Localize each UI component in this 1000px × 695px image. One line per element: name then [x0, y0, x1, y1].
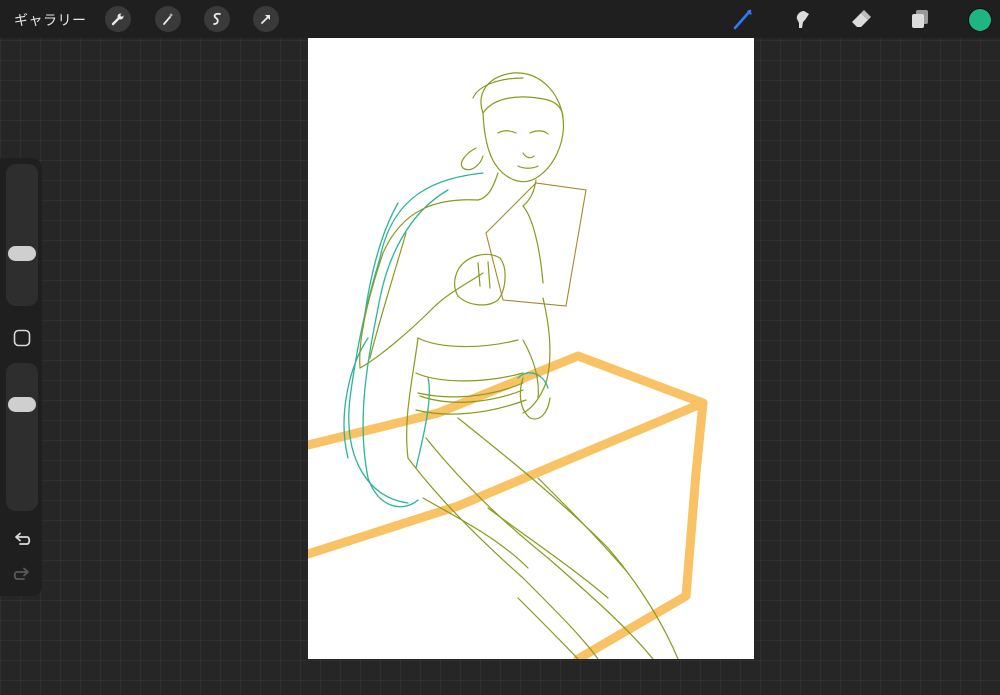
brush-icon	[733, 9, 752, 30]
magic-wand-icon	[163, 13, 174, 25]
smudge-tool-button[interactable]	[789, 5, 817, 33]
eraser-icon	[852, 10, 871, 27]
layers-button[interactable]	[906, 5, 934, 33]
adjustments-button[interactable]	[155, 6, 181, 32]
transform-icon	[261, 15, 270, 24]
redo-button[interactable]	[11, 564, 33, 586]
brush-size-thumb[interactable]	[8, 245, 36, 261]
gallery-button[interactable]: ギャラリー	[14, 10, 87, 30]
transform-button[interactable]	[253, 6, 279, 32]
bench-sketch-strokes	[308, 351, 708, 659]
wrench-icon	[111, 13, 124, 26]
modify-button-icon[interactable]	[12, 328, 32, 348]
redo-icon	[13, 567, 29, 580]
selection-icon	[213, 12, 221, 25]
top-toolbar: ギャラリー	[0, 0, 1000, 38]
actions-button[interactable]	[105, 6, 131, 32]
brush-tool-button[interactable]	[729, 5, 757, 33]
undo-icon	[15, 532, 31, 545]
left-sidebar	[0, 158, 42, 596]
color-picker-button[interactable]	[968, 8, 992, 32]
smudge-icon	[796, 11, 809, 28]
brush-size-slider[interactable]	[6, 164, 38, 306]
sketch-artwork	[308, 72, 708, 659]
eraser-tool-button[interactable]	[847, 5, 875, 33]
selection-button[interactable]	[204, 6, 230, 32]
layers-icon	[912, 10, 928, 28]
opacity-thumb[interactable]	[8, 397, 36, 413]
undo-button[interactable]	[11, 529, 33, 551]
paper-sketch	[485, 182, 587, 307]
opacity-slider[interactable]	[6, 363, 38, 511]
figure-sketch-strokes	[359, 72, 679, 659]
drawing-canvas[interactable]	[308, 38, 754, 659]
